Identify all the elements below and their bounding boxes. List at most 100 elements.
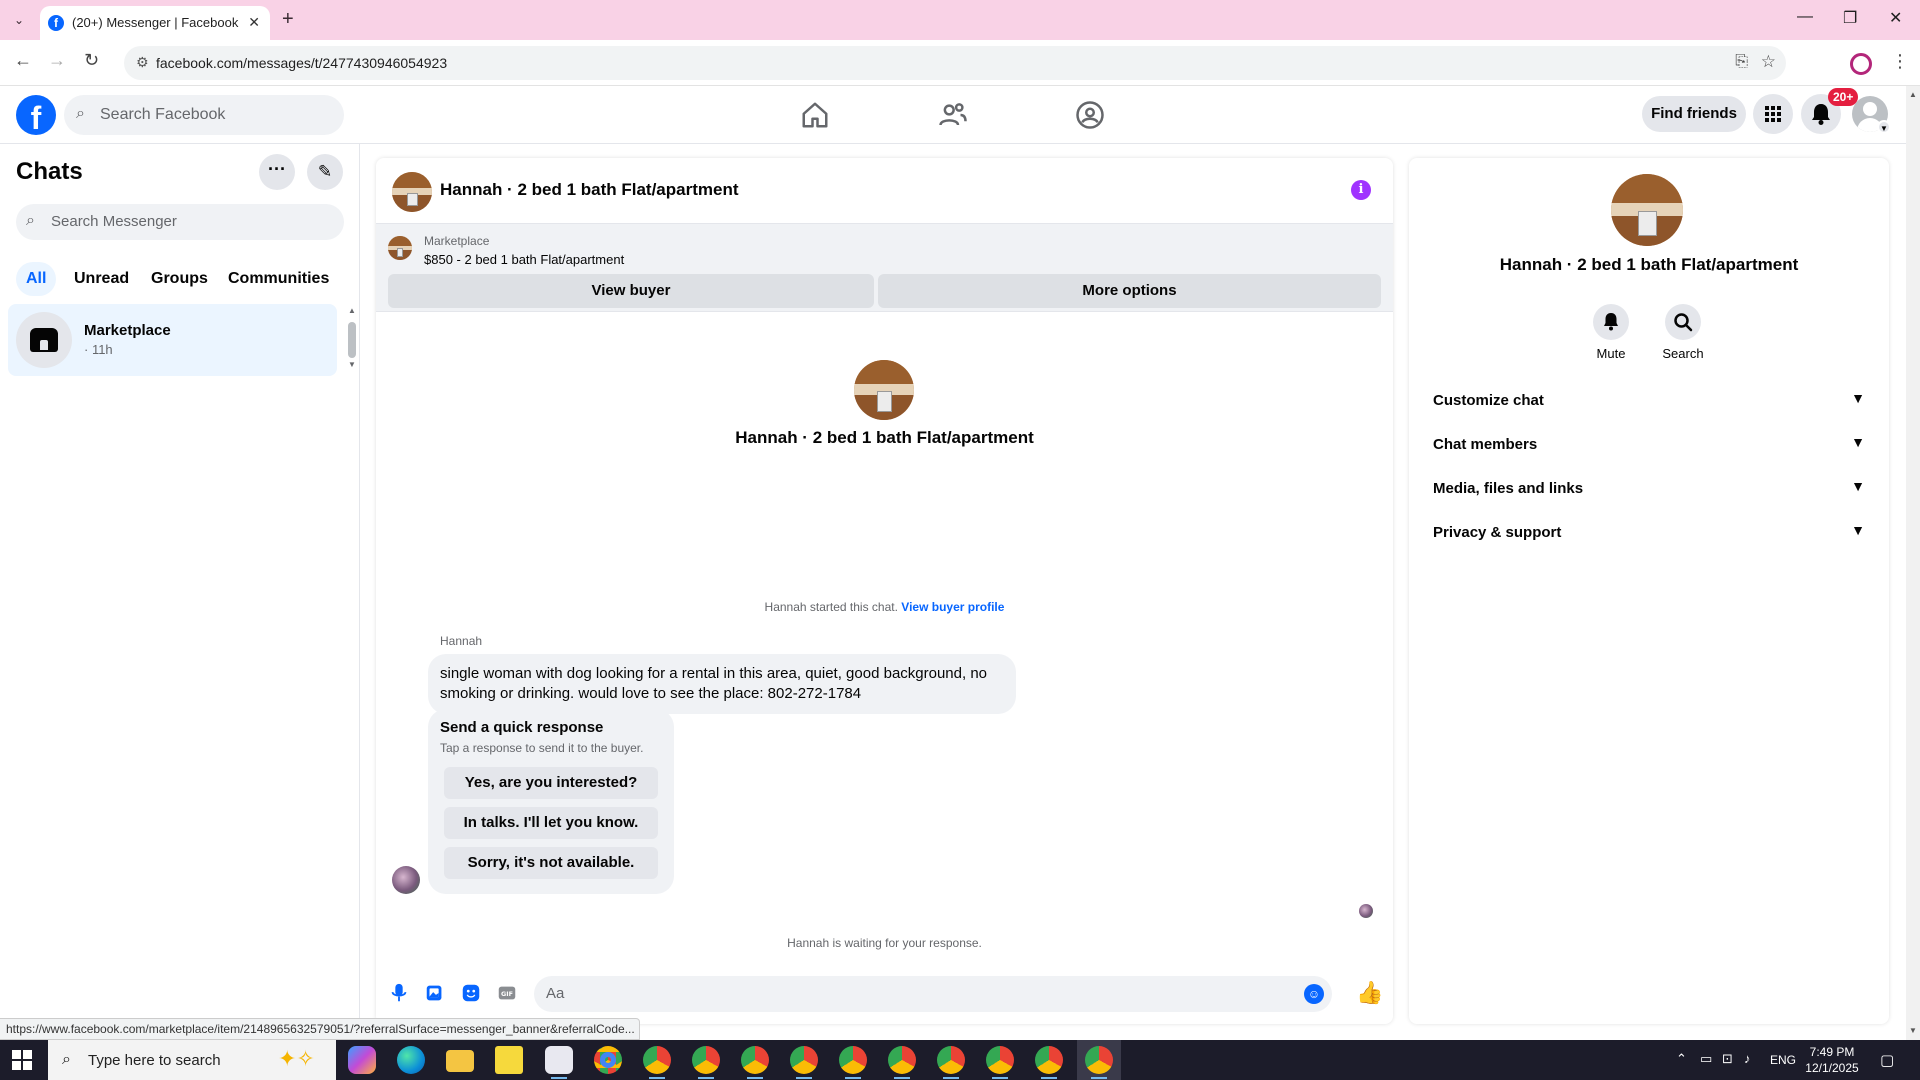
chrome-profile-icon[interactable] [643,1046,671,1079]
section-privacy-support[interactable]: Privacy & support ▼ [1425,514,1873,550]
find-friends-button[interactable]: Find friends [1642,96,1746,132]
chrome-profile-icon[interactable] [839,1046,867,1079]
conversation-title[interactable]: Hannah · 2 bed 1 bath Flat/apartment [440,180,739,200]
volume-icon[interactable]: ♪ [1744,1051,1751,1066]
filter-tab-all[interactable]: All [16,262,57,296]
filter-tab-communities[interactable]: Communities [218,262,339,296]
window-close-icon[interactable]: ✕ [1889,8,1902,28]
search-icon [1665,304,1701,340]
chats-title: Chats [16,158,83,185]
forward-arrow-icon[interactable]: → [48,50,66,71]
new-tab-plus-icon[interactable]: + [282,8,294,31]
mute-label: Mute [1596,346,1626,361]
new-message-button[interactable]: ✎ [307,154,343,190]
notification-center-icon[interactable]: ▢ [1880,1051,1894,1069]
view-buyer-button[interactable]: View buyer [388,274,874,308]
browser-menu-icon[interactable]: ⋮ [1891,51,1909,72]
message-composer-input[interactable]: Aa ☺ [534,976,1332,1012]
sticky-notes-icon[interactable] [495,1046,523,1074]
snipping-tool-icon[interactable] [545,1046,573,1079]
filter-tab-groups[interactable]: Groups [141,262,218,296]
marketplace-store-icon [16,312,72,368]
facebook-logo-icon[interactable]: f [16,95,56,136]
clock-date: 12/1/2025 [1805,1061,1859,1075]
section-media-files-links[interactable]: Media, files and links ▼ [1425,470,1873,506]
scroll-up-arrow-icon[interactable]: ▲ [348,306,356,315]
tab-close-icon[interactable]: ✕ [248,14,260,31]
chrome-profile-icon[interactable] [1035,1046,1063,1079]
photo-icon[interactable] [424,982,446,1004]
facebook-search-input[interactable]: ⌕ Search Facebook [64,95,344,135]
quick-response-in-talks-button[interactable]: In talks. I'll let you know. [444,807,658,839]
sender-avatar[interactable] [392,866,420,894]
chats-options-button[interactable]: ··· [259,154,295,190]
chrome-profile-icon[interactable] [692,1046,720,1079]
address-bar[interactable]: ⚙ facebook.com/messages/t/24774309460549… [124,46,1786,80]
scroll-up-arrow-icon[interactable]: ▲ [1909,90,1917,99]
view-buyer-profile-link[interactable]: View buyer profile [901,600,1004,614]
thumbs-up-icon[interactable]: 👍 [1356,980,1383,1006]
file-explorer-icon[interactable] [446,1050,474,1072]
banner-listing[interactable]: $850 - 2 bed 1 bath Flat/apartment [424,252,624,267]
bookmark-star-icon[interactable]: ☆ [1761,52,1776,72]
chrome-icon[interactable] [594,1046,622,1074]
sticker-icon[interactable] [460,982,482,1004]
tray-device-icon[interactable]: ▭ [1700,1051,1712,1067]
search-icon: ⌕ [62,1051,71,1068]
search-in-conversation-button[interactable]: Search [1653,304,1713,361]
network-icon[interactable]: ⊡ [1722,1051,1733,1067]
chrome-profile-icon[interactable] [986,1046,1014,1079]
install-app-icon[interactable]: ⎘ [1735,53,1748,71]
scroll-down-arrow-icon[interactable]: ▼ [1909,1026,1917,1035]
friends-icon[interactable] [938,100,968,130]
browser-tab[interactable]: f (20+) Messenger | Facebook ✕ [40,6,270,40]
chrome-profile-icon[interactable] [937,1046,965,1079]
page-scrollbar[interactable]: ▲ ▼ [1906,86,1920,1040]
browser-toolbar: ← → ↻ ⚙ facebook.com/messages/t/24774309… [0,40,1920,86]
quick-response-yes-button[interactable]: Yes, are you interested? [444,767,658,799]
chat-list-scrollbar[interactable] [348,322,356,358]
chrome-profile-icon[interactable] [741,1046,769,1079]
section-chat-members[interactable]: Chat members ▼ [1425,426,1873,462]
quick-response-not-available-button[interactable]: Sorry, it's not available. [444,847,658,879]
chrome-profile-icon[interactable] [1085,1046,1113,1079]
restore-icon[interactable]: ❐ [1843,8,1857,28]
messenger-search-input[interactable]: ⌕ Search Messenger [16,204,344,240]
details-listing-photo[interactable] [1611,174,1683,246]
emoji-icon[interactable]: ☺ [1304,984,1324,1004]
more-options-button[interactable]: More options [878,274,1381,308]
mute-button[interactable]: Mute [1581,304,1641,361]
minimize-icon[interactable]: — [1797,8,1813,26]
hero-listing-photo[interactable] [854,360,914,420]
chrome-profile-icon[interactable] [888,1046,916,1079]
listing-thumbnail[interactable] [392,172,432,212]
edge-browser-icon[interactable] [397,1046,425,1074]
gif-icon[interactable]: GIF [496,982,518,1004]
info-icon[interactable]: i [1351,180,1371,200]
quick-response-subtitle: Tap a response to send it to the buyer. [440,741,644,755]
reload-icon[interactable]: ↻ [84,50,99,71]
groups-icon[interactable] [1075,100,1105,130]
scroll-down-arrow-icon[interactable]: ▼ [348,360,356,369]
section-customize-chat[interactable]: Customize chat ▼ [1425,382,1873,418]
section-label: Privacy & support [1433,524,1562,541]
tab-search-chevron-icon[interactable]: ⌄ [8,10,30,30]
listing-small-thumbnail[interactable] [388,236,412,260]
site-info-icon[interactable]: ⚙ [136,54,149,71]
chrome-profile-icon[interactable] [790,1046,818,1079]
copilot-icon[interactable] [348,1046,376,1074]
taskbar-clock[interactable]: 7:49 PM 12/1/2025 [1792,1044,1872,1076]
tray-chevron-up-icon[interactable]: ⌃ [1676,1051,1687,1067]
home-icon[interactable] [800,100,830,130]
taskbar-search-input[interactable]: ⌕ Type here to search ✦✧ [48,1040,336,1080]
back-arrow-icon[interactable]: ← [14,50,32,71]
account-chevron-icon[interactable]: ▼ [1877,120,1891,134]
windows-start-icon[interactable] [12,1050,32,1070]
filter-tab-unread[interactable]: Unread [64,262,139,296]
browser-profile-icon[interactable] [1850,53,1872,75]
section-label: Media, files and links [1433,480,1584,497]
chat-list-item[interactable]: Marketplace · 11h [8,304,337,376]
microphone-icon[interactable] [388,982,410,1004]
menu-grid-button[interactable] [1753,94,1793,134]
clock-time: 7:49 PM [1809,1045,1855,1059]
